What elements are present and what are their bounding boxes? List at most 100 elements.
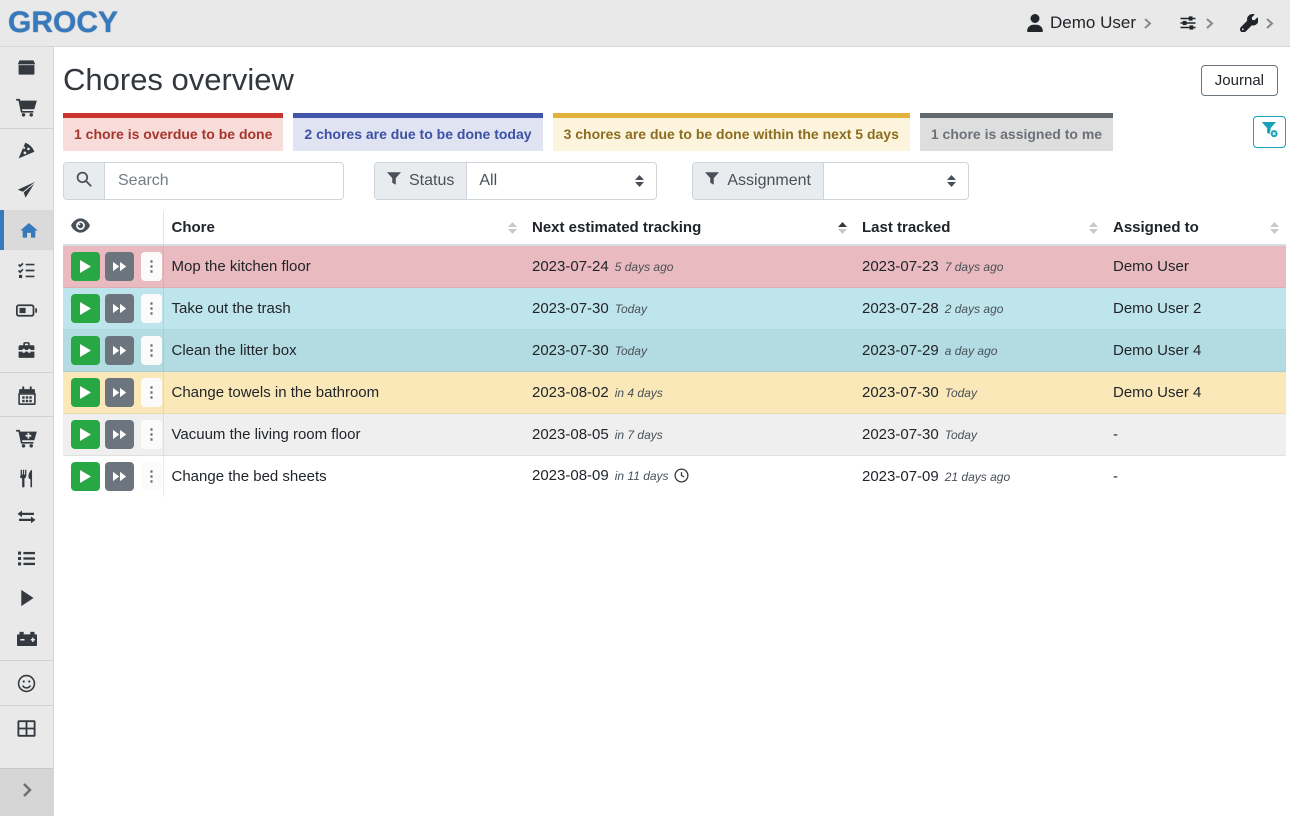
last-tracked-date: 2023-07-30 [862,426,939,443]
next-tracking-date: 2023-08-09 [532,467,609,484]
sort-icon [1089,222,1098,234]
skip-execution-button[interactable] [105,336,134,365]
next-tracking-date: 2023-07-30 [532,342,609,359]
user-icon [1027,14,1043,32]
sidebar-item-pizza[interactable] [0,130,53,170]
assignment-filter-select[interactable] [824,163,968,199]
sidebar-item-transfer[interactable] [0,498,53,538]
banner-due-today[interactable]: 2 chores are due to be done today [293,113,542,151]
sidebar-item-inventory[interactable] [0,538,53,578]
kebab-menu-button[interactable]: ⋮ [141,336,162,365]
user-menu[interactable]: Demo User [1027,13,1152,33]
next-tracking-relative: 5 days ago [615,260,674,274]
top-navbar: GROCY Demo User [0,0,1290,47]
track-execution-button[interactable] [71,336,100,365]
sidebar-item-purchase[interactable] [0,418,53,458]
assigned-to: Demo User 4 [1105,372,1286,414]
column-header-last-tracked[interactable]: Last tracked [854,211,1105,245]
grocy-logo[interactable]: GROCY [8,6,118,40]
sidebar-item-batteries[interactable] [0,290,53,330]
sidebar-item-equipment[interactable] [0,330,53,370]
table-row: ⋮ Change towels in the bathroom 2023-08-… [63,372,1286,414]
track-execution-button[interactable] [71,252,100,281]
filters: Status All Assignment [63,162,1286,200]
sidebar-item-calendar[interactable] [0,375,53,415]
sidebar-collapse-toggle[interactable] [0,768,53,816]
chore-name: Change towels in the bathroom [163,372,524,414]
skip-execution-button[interactable] [105,420,134,449]
column-header-chore[interactable]: Chore [163,211,524,245]
table-row: ⋮ Mop the kitchen floor 2023-07-245 days… [63,245,1286,288]
skip-execution-button[interactable] [105,378,134,407]
next-tracking-relative: Today [615,302,647,316]
status-filter-label: Status [375,163,467,199]
banner-due-soon[interactable]: 3 chores are due to be done within the n… [553,113,910,151]
toolbox-icon [17,341,36,359]
next-tracking-relative: Today [615,344,647,358]
last-tracked-relative: a day ago [945,344,998,358]
chevron-right-icon [21,781,33,804]
settings-menu[interactable] [1178,14,1214,32]
banner-assigned-to-me[interactable]: 1 chore is assigned to me [920,113,1113,151]
sidebar-item-smiley[interactable] [0,663,53,703]
sidebar-nav [0,47,54,816]
kebab-menu-button[interactable]: ⋮ [141,378,162,407]
wrench-icon [1240,14,1258,32]
chore-name: Mop the kitchen floor [163,245,524,288]
chore-name: Take out the trash [163,288,524,330]
smiley-face-icon [17,674,36,693]
sidebar-item-tasks[interactable] [0,250,53,290]
status-filter-select[interactable]: All [467,163,656,199]
chores-table: Chore Next estimated tracking Last track… [63,211,1286,497]
skip-execution-button[interactable] [105,462,134,491]
last-tracked-relative: Today [945,386,977,400]
track-execution-button[interactable] [71,462,100,491]
last-tracked-relative: 21 days ago [945,470,1010,484]
kebab-menu-button[interactable]: ⋮ [141,294,162,323]
sidebar-item-box[interactable] [0,47,53,87]
banner-overdue[interactable]: 1 chore is overdue to be done [63,113,283,151]
kebab-menu-button[interactable]: ⋮ [141,420,162,449]
kebab-menu-button[interactable]: ⋮ [141,252,162,281]
next-tracking-relative: in 4 days [615,386,663,400]
sort-asc-active-icon [838,222,847,234]
sliders-icon [1178,14,1198,32]
table-row: ⋮ Vacuum the living room floor 2023-08-0… [63,414,1286,456]
eye-icon [71,220,90,237]
journal-button[interactable]: Journal [1201,65,1278,96]
play-icon [19,589,35,607]
utensils-icon [18,469,35,488]
table-grid-icon [17,720,36,737]
sidebar-item-chore-tracking[interactable] [0,578,53,618]
clear-filter-button[interactable] [1253,116,1286,148]
filter-clear-icon [1261,121,1279,143]
assigned-to: - [1105,456,1286,498]
skip-execution-button[interactable] [105,294,134,323]
sidebar-item-home-active[interactable] [0,210,53,250]
column-header-next-tracking[interactable]: Next estimated tracking [524,211,854,245]
home-icon [19,221,39,240]
sidebar-item-consume[interactable] [0,458,53,498]
last-tracked-date: 2023-07-29 [862,342,939,359]
track-execution-button[interactable] [71,294,100,323]
next-tracking-date: 2023-08-05 [532,426,609,443]
table-row: ⋮ Change the bed sheets 2023-08-09in 11 … [63,456,1286,498]
admin-menu[interactable] [1240,14,1274,32]
search-input[interactable] [105,163,343,199]
column-header-assigned-to[interactable]: Assigned to [1105,211,1286,245]
box-icon [17,58,36,77]
chevron-right-icon [1265,17,1274,30]
pizza-slice-icon [17,141,36,160]
sidebar-item-shopping-cart[interactable] [0,87,53,127]
next-tracking-date: 2023-08-02 [532,384,609,401]
kebab-menu-button[interactable]: ⋮ [141,462,162,491]
sidebar-item-battery-tracking[interactable] [0,618,53,658]
track-execution-button[interactable] [71,378,100,407]
list-icon [17,550,36,567]
calendar-icon [18,386,36,405]
sidebar-item-paper-plane[interactable] [0,170,53,210]
sidebar-item-table[interactable] [0,708,53,748]
last-tracked-relative: Today [945,428,977,442]
skip-execution-button[interactable] [105,252,134,281]
track-execution-button[interactable] [71,420,100,449]
